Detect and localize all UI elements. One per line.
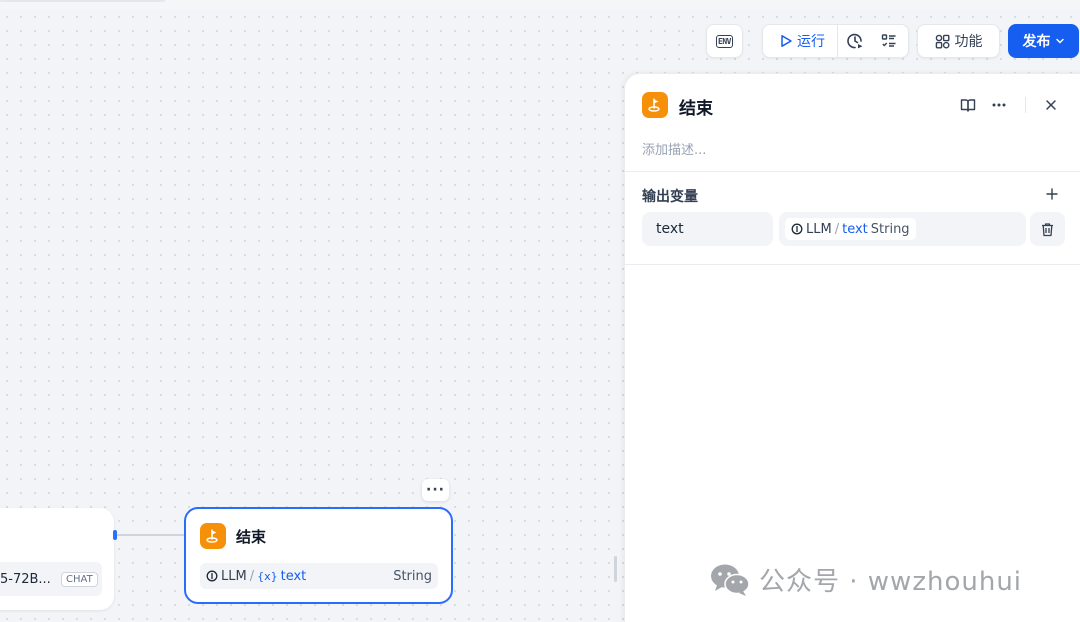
wechat-icon [711,564,750,596]
node-more-button[interactable]: ··· [422,479,449,501]
run-button[interactable]: 运行 [763,25,838,57]
panel-title: 结束 [679,99,713,119]
publish-label: 发布 [1022,34,1051,50]
llm-node[interactable]: 5-72B... CHAT [0,508,114,610]
node-connector-edge [114,534,184,536]
history-clock-icon [847,33,863,49]
output-separator: / [249,568,255,584]
help-doc-button[interactable] [956,93,980,117]
chat-mode-badge: CHAT [61,571,98,587]
checklist-icon [881,34,896,47]
tab-hint [0,0,165,2]
checklist-button[interactable] [872,25,906,57]
model-row: 5-72B... CHAT [0,562,102,596]
end-node-title: 结束 [236,528,267,546]
ref-var-name: text [842,221,868,237]
output-source: LLM [221,568,247,584]
play-icon [781,35,792,47]
panel-more-button[interactable] [987,93,1011,117]
run-group: 运行 [762,24,909,58]
env-button[interactable]: ENV [706,24,743,58]
output-variables-title: 输出变量 [642,189,698,205]
description-field[interactable]: 添加描述... [642,139,706,158]
output-handle[interactable] [113,530,117,540]
add-variable-button[interactable] [1042,184,1062,204]
end-flag-icon [642,92,668,118]
more-horizontal-icon [992,103,1006,107]
divider [625,264,1080,265]
delete-variable-button[interactable] [1030,212,1065,246]
output-var-name: text [280,568,307,584]
publish-button[interactable]: 发布 [1008,24,1079,58]
close-icon [1046,100,1056,110]
output-var-type: String [393,568,432,584]
watermark-text: 公众号 · wwzhouhui [759,567,1023,597]
trash-icon [1042,222,1053,236]
variable-name-input[interactable] [642,212,773,246]
divider [625,171,1080,172]
end-node-output-row: LLM / {x} text String [200,563,438,589]
panel-resize-handle[interactable] [614,556,617,582]
env-icon: ENV [716,34,733,48]
model-name: 5-72B... [0,571,51,587]
llm-source-icon [206,570,218,582]
end-flag-icon [200,523,226,549]
ref-var-type: String [870,221,910,237]
functions-label: 功能 [954,34,983,50]
plus-icon [1046,188,1058,200]
llm-source-icon [791,223,803,235]
functions-button[interactable]: 功能 [917,24,1000,58]
run-label: 运行 [797,34,825,50]
run-history-button[interactable] [838,25,872,57]
book-icon [960,99,976,112]
close-panel-button[interactable] [1039,93,1063,117]
node-settings-panel: 结束 添加描述... 输出变量 LLM / tex [624,73,1080,622]
top-strip [0,0,1080,10]
chevron-down-icon [1055,38,1064,44]
apps-icon [935,34,950,49]
end-node[interactable]: 结束 LLM / {x} text String [184,507,453,604]
variable-icon: {x} [257,569,278,583]
ref-source: LLM [806,221,832,237]
variable-reference-chip: LLM / text String [785,218,916,240]
header-separator [1025,97,1026,113]
watermark: 公众号 · wwzhouhui [709,561,1022,598]
ref-separator: / [834,221,840,237]
variable-reference-selector[interactable]: LLM / text String [779,212,1026,246]
